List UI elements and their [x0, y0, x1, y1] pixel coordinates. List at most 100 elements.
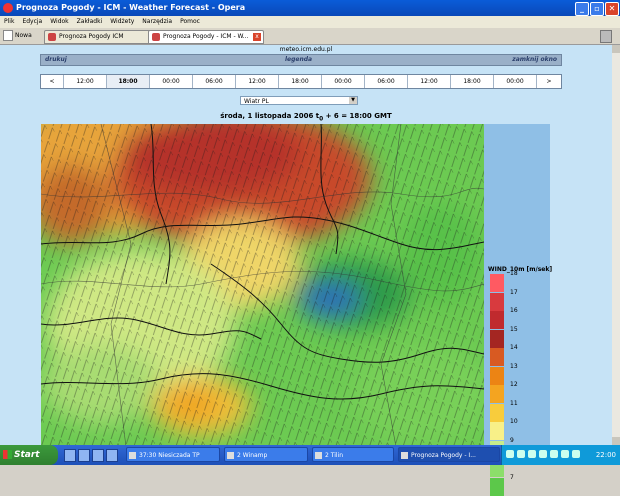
- tray-icon[interactable]: [572, 450, 580, 458]
- quicklaunch-icon[interactable]: [64, 449, 76, 462]
- taskbar-item[interactable]: 2 Winamp: [224, 447, 308, 462]
- forecast-date: środa, 1 listopada 2006 t0 + 6 = 18:00 G…: [0, 112, 612, 122]
- app-icon: [129, 452, 136, 459]
- legend-swatch: [490, 477, 504, 496]
- tab-bar: Nowa Prognoza Pogody ICM Prognoza Pogody…: [0, 28, 620, 45]
- menu-help[interactable]: Pomoc: [176, 16, 204, 28]
- wind-forecast-map: [41, 124, 484, 447]
- taskbar-item[interactable]: 2 Tilin: [312, 447, 394, 462]
- page-url: meteo.icm.edu.pl: [279, 46, 333, 53]
- legend-swatch: [490, 422, 504, 440]
- chevron-down-icon[interactable]: ▼: [349, 97, 357, 104]
- new-tab-label: Nowa: [15, 32, 32, 39]
- legend-value: 15: [510, 325, 518, 333]
- quicklaunch-icon[interactable]: [106, 449, 118, 462]
- close-button[interactable]: ✕: [605, 2, 619, 16]
- legend-value: 14: [510, 344, 518, 351]
- taskbar-item-label: 37:30 Niesiczada TP: [139, 452, 200, 459]
- windows-logo-icon: [3, 450, 12, 459]
- clock: 22:00: [595, 451, 616, 459]
- legend-value: 10: [510, 418, 518, 425]
- quicklaunch-icon[interactable]: [92, 449, 104, 462]
- header-links-bar: drukuj legenda zamknij okno: [40, 54, 562, 66]
- new-tab-button[interactable]: Nowa: [3, 30, 32, 42]
- time-cell[interactable]: 00:00: [494, 75, 537, 88]
- new-page-icon: [3, 30, 13, 41]
- legend-swatch: [490, 274, 504, 292]
- forecast-date-text: środa, 1 listopada 2006 t: [220, 112, 320, 120]
- menu-bar: Plik Edycja Widok Zakładki Widżety Narzędzia P…: [0, 16, 620, 28]
- forecast-date-rest: + 6 = 18:00 GMT: [323, 112, 392, 120]
- page-content: meteo.icm.edu.pl drukuj legenda zamknij …: [0, 45, 612, 496]
- taskbar-item-label: 2 Tilin: [325, 452, 344, 459]
- tray-icon[interactable]: [539, 450, 547, 458]
- taskbar-item-active[interactable]: Prognoza Pogody - I...: [398, 447, 500, 462]
- menu-edit[interactable]: Edycja: [18, 16, 46, 28]
- tab-label: Prognoza Pogody - ICM - W...: [163, 33, 249, 40]
- next-time-button[interactable]: >: [537, 75, 561, 88]
- legend-value: 9: [510, 436, 514, 444]
- taskbar-item-label: 2 Winamp: [237, 452, 268, 459]
- tab-prognoza-2[interactable]: Prognoza Pogody - ICM - W... x: [148, 30, 264, 44]
- print-link[interactable]: drukuj: [45, 55, 67, 65]
- system-tray: 22:00: [501, 445, 620, 465]
- tray-icon[interactable]: [506, 450, 514, 458]
- tab-label: Prognoza Pogody ICM: [59, 33, 124, 40]
- wind-legend: WIND_10m [m/sek] 181716151413121110987: [484, 124, 553, 496]
- tray-icon[interactable]: [561, 450, 569, 458]
- legend-value: 7: [510, 473, 514, 481]
- time-cell[interactable]: 06:00: [365, 75, 408, 88]
- title-bar: Prognoza Pogody - ICM - Weather Forecast…: [0, 0, 620, 16]
- quicklaunch-icon[interactable]: [78, 449, 90, 462]
- time-cell[interactable]: 00:00: [150, 75, 193, 88]
- legend-link[interactable]: legenda: [285, 55, 312, 65]
- time-cell[interactable]: 06:00: [193, 75, 236, 88]
- taskbar-item[interactable]: 37:30 Niesiczada TP: [126, 447, 220, 462]
- site-icon: [152, 33, 160, 41]
- minimize-button[interactable]: _: [575, 2, 589, 16]
- app-icon: [315, 452, 322, 459]
- time-cell[interactable]: 00:00: [322, 75, 365, 88]
- opera-icon: [401, 452, 408, 459]
- time-cell[interactable]: 12:00: [236, 75, 279, 88]
- legend-value: 17: [510, 288, 518, 296]
- window-title: Prognoza Pogody - ICM - Weather Forecast…: [16, 3, 246, 12]
- close-tab-icon[interactable]: x: [253, 33, 261, 41]
- legend-swatch: [490, 311, 504, 329]
- scroll-up-icon[interactable]: [612, 45, 620, 53]
- site-icon: [48, 33, 56, 41]
- scroll-down-icon[interactable]: [612, 437, 620, 445]
- close-window-link[interactable]: zamknij okno: [512, 55, 557, 65]
- time-cell[interactable]: 18:00: [451, 75, 494, 88]
- tray-icon[interactable]: [528, 450, 536, 458]
- menu-tools[interactable]: Narzędzia: [138, 16, 176, 28]
- app-icon: [227, 452, 234, 459]
- legend-swatch: [490, 366, 504, 385]
- layer-select-value: Wiatr PL: [244, 98, 269, 105]
- start-button[interactable]: Start: [0, 445, 58, 465]
- menu-file[interactable]: Plik: [0, 16, 18, 28]
- maximize-button[interactable]: ▫: [590, 2, 604, 16]
- legend-value: 11: [510, 399, 518, 407]
- time-cell-selected[interactable]: 18:00: [107, 75, 150, 88]
- legend-value: 16: [510, 307, 518, 314]
- tab-prognoza-1[interactable]: Prognoza Pogody ICM: [44, 30, 158, 44]
- prev-time-button[interactable]: <: [41, 75, 64, 88]
- trash-icon[interactable]: [600, 30, 612, 43]
- tray-icon[interactable]: [517, 450, 525, 458]
- time-cell[interactable]: 12:00: [408, 75, 451, 88]
- menu-widgets[interactable]: Widżety: [106, 16, 138, 28]
- time-cell[interactable]: 12:00: [64, 75, 107, 88]
- time-cell[interactable]: 18:00: [279, 75, 322, 88]
- legend-value: 13: [510, 362, 518, 370]
- start-label: Start: [14, 450, 40, 460]
- legend-value: 12: [510, 381, 518, 388]
- tray-icon[interactable]: [550, 450, 558, 458]
- legend-title: WIND_10m [m/sek]: [488, 266, 553, 273]
- vertical-scrollbar[interactable]: [612, 45, 620, 445]
- menu-bookmarks[interactable]: Zakładki: [73, 16, 107, 28]
- legend-value: 18: [510, 270, 518, 277]
- menu-view[interactable]: Widok: [46, 16, 72, 28]
- opera-icon: [3, 3, 13, 13]
- layer-select[interactable]: Wiatr PL ▼: [240, 96, 358, 105]
